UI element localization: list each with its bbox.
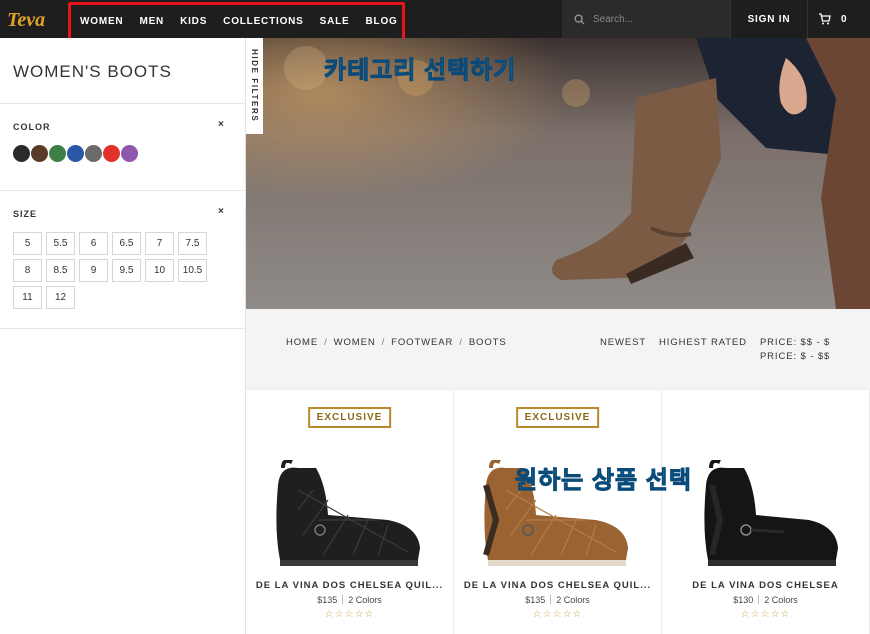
top-navigation-bar: Teva WOMEN MEN KIDS COLLECTIONS SALE BLO…: [0, 0, 870, 38]
search-input[interactable]: [593, 13, 713, 25]
nav-sale[interactable]: SALE: [312, 16, 358, 27]
sort-options: NEWEST HIGHEST RATED PRICE: $$ - $ PRICE…: [600, 337, 830, 362]
color-swatch-red[interactable]: [103, 145, 120, 162]
cart-count: 0: [841, 13, 847, 25]
search-icon: [574, 13, 585, 25]
breadcrumb-home[interactable]: HOME: [286, 337, 318, 348]
teva-logo[interactable]: Teva: [6, 8, 60, 30]
hide-filters-label: HIDE FILTERS: [250, 49, 259, 123]
product-color-count: 2 Colors: [556, 595, 590, 605]
search-box[interactable]: [562, 0, 730, 38]
size-option[interactable]: 10: [145, 259, 174, 282]
product-meta: $130 2 Colors: [662, 595, 869, 605]
size-option-list: 5 5.5 6 6.5 7 7.5 8 8.5 9 9.5 10 10.5 11…: [13, 232, 213, 309]
size-option[interactable]: 8: [13, 259, 42, 282]
hide-filters-toggle[interactable]: HIDE FILTERS: [246, 38, 263, 134]
product-card[interactable]: EXCLUSIVE DE LA VINA DOS CHELSEA QUIL...…: [246, 389, 454, 634]
rating-stars: ☆☆☆☆☆: [532, 609, 583, 620]
exclusive-badge: EXCLUSIVE: [307, 407, 392, 428]
color-swatch-green[interactable]: [49, 145, 66, 162]
product-price: $130: [733, 595, 754, 605]
sort-highest-rated[interactable]: HIGHEST RATED: [659, 337, 747, 362]
product-card[interactable]: DE LA VINA DOS CHELSEA $130 2 Colors ☆☆☆☆…: [662, 389, 870, 634]
breadcrumb-footwear[interactable]: FOOTWEAR: [391, 337, 453, 348]
color-swatch-purple[interactable]: [121, 145, 138, 162]
color-filter-label: COLOR: [13, 122, 51, 132]
nav-blog[interactable]: BLOG: [358, 16, 406, 27]
sort-price-high-low[interactable]: PRICE: $$ - $: [760, 337, 830, 348]
color-swatch-black[interactable]: [13, 145, 30, 162]
breadcrumb-separator: /: [324, 337, 328, 348]
size-option[interactable]: 5.5: [46, 232, 75, 255]
product-image-boot: [704, 460, 838, 566]
product-color-count: 2 Colors: [764, 595, 798, 605]
product-name[interactable]: DE LA VINA DOS CHELSEA QUIL...: [246, 580, 453, 591]
size-option[interactable]: 11: [13, 286, 42, 309]
breadcrumb: HOME / WOMEN / FOOTWEAR / BOOTS: [286, 337, 507, 348]
nav-men[interactable]: MEN: [131, 16, 172, 27]
page-title: WOMEN'S BOOTS: [13, 62, 172, 81]
size-option[interactable]: 7.5: [178, 232, 207, 255]
cart-button[interactable]: 0: [818, 0, 847, 38]
rating-stars: ☆☆☆☆☆: [324, 609, 375, 620]
product-name[interactable]: DE LA VINA DOS CHELSEA QUIL...: [454, 580, 661, 591]
sort-price-low-high[interactable]: PRICE: $ - $$: [760, 351, 830, 362]
size-filter-label: SIZE: [13, 209, 38, 219]
size-filter-close-icon[interactable]: ×: [218, 206, 224, 217]
color-swatch-blue[interactable]: [67, 145, 84, 162]
color-swatch-brown[interactable]: [31, 145, 48, 162]
size-option[interactable]: 7: [145, 232, 174, 255]
nav-kids[interactable]: KIDS: [172, 16, 215, 27]
color-swatch-list: [13, 145, 138, 162]
main-nav: WOMEN MEN KIDS COLLECTIONS SALE BLOG: [72, 3, 406, 40]
product-color-count: 2 Colors: [348, 595, 382, 605]
sort-price-group: PRICE: $$ - $ PRICE: $ - $$: [760, 337, 830, 362]
filter-sidebar: WOMEN'S BOOTS COLOR × SIZE × 5 5.5 6 6.5…: [0, 38, 246, 634]
divider: [0, 103, 246, 104]
nav-women[interactable]: WOMEN: [72, 16, 131, 27]
size-option[interactable]: 9.5: [112, 259, 141, 282]
color-filter-close-icon[interactable]: ×: [218, 119, 224, 130]
size-option[interactable]: 6: [79, 232, 108, 255]
product-name[interactable]: DE LA VINA DOS CHELSEA: [662, 580, 869, 591]
size-option[interactable]: 10.5: [178, 259, 207, 282]
breadcrumb-separator: /: [381, 337, 386, 348]
exclusive-badge: EXCLUSIVE: [515, 407, 600, 428]
annotation-category: 카테고리 선택하기: [323, 57, 517, 85]
size-option[interactable]: 5: [13, 232, 42, 255]
breadcrumb-boots[interactable]: BOOTS: [469, 337, 507, 348]
product-meta: $135 2 Colors: [454, 595, 661, 605]
divider: [0, 328, 246, 329]
cart-icon: [819, 13, 831, 25]
product-card[interactable]: EXCLUSIVE DE LA VINA DOS CHELSEA QUIL...…: [454, 389, 662, 634]
rating-stars: ☆☆☆☆☆: [740, 609, 791, 620]
product-price: $135: [317, 595, 338, 605]
breadcrumb-separator: /: [459, 337, 463, 348]
product-grid: EXCLUSIVE DE LA VINA DOS CHELSEA QUIL...…: [246, 389, 870, 634]
sort-newest[interactable]: NEWEST: [600, 337, 646, 362]
color-swatch-gray[interactable]: [85, 145, 102, 162]
product-price: $135: [525, 595, 546, 605]
breadcrumb-women[interactable]: WOMEN: [334, 337, 376, 348]
size-option[interactable]: 8.5: [46, 259, 75, 282]
size-option[interactable]: 9: [79, 259, 108, 282]
size-option[interactable]: 12: [46, 286, 75, 309]
size-option[interactable]: 6.5: [112, 232, 141, 255]
divider: [0, 190, 246, 191]
sign-in-link[interactable]: SIGN IN: [730, 0, 808, 38]
svg-text:Teva: Teva: [7, 9, 45, 30]
product-image-boot: [276, 460, 420, 566]
product-meta: $135 2 Colors: [246, 595, 453, 605]
annotation-product: 원하는 상품 선택: [515, 467, 692, 495]
nav-collections[interactable]: COLLECTIONS: [215, 16, 311, 27]
